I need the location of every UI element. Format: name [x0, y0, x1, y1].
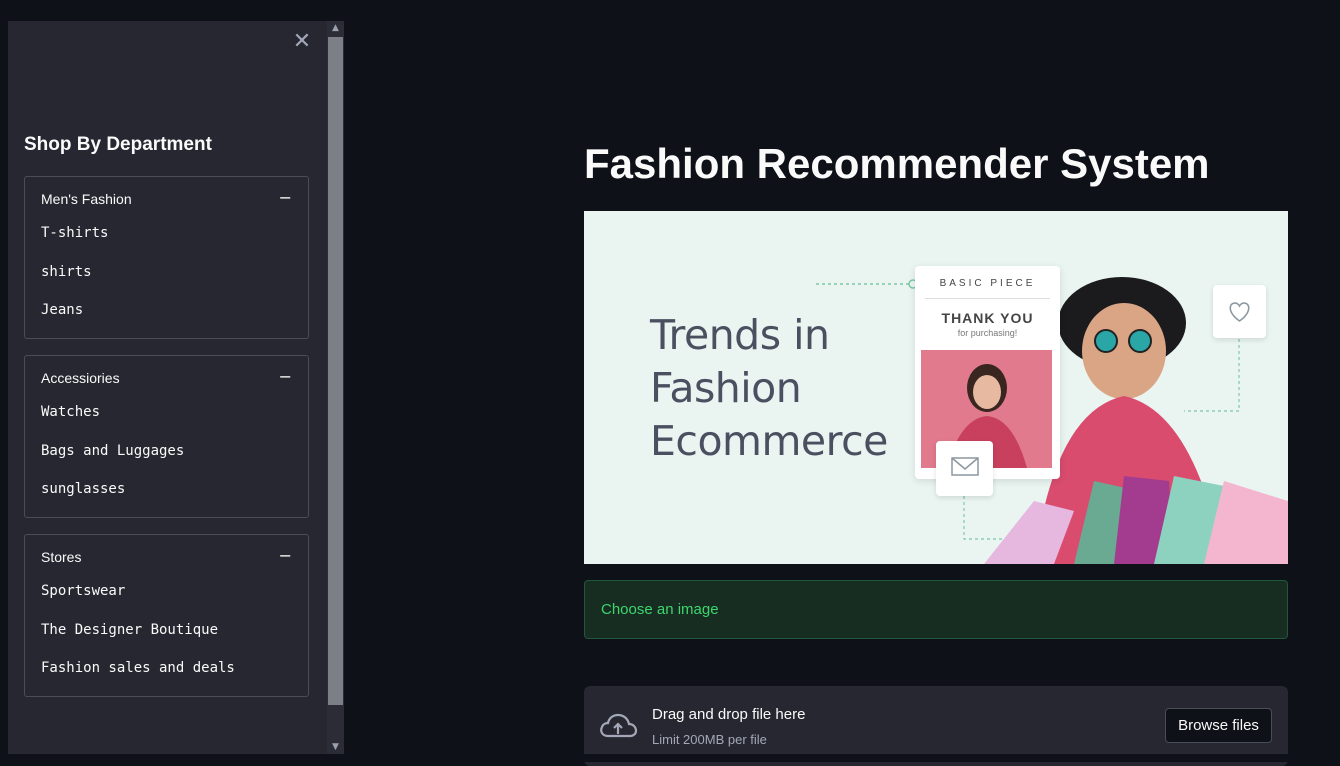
expander-accessories: Accessiories − Watches Bags and Luggages…: [24, 355, 309, 518]
upload-label: Choose an image: [601, 601, 719, 618]
browse-files-button[interactable]: Browse files: [1165, 708, 1272, 743]
dropzone-limit: Limit 200MB per file: [652, 732, 767, 747]
card-sub: for purchasing!: [957, 328, 1018, 338]
banner-image: Trends in Fashion Ecommerce BASIC PIECE …: [584, 211, 1288, 564]
scroll-up-icon[interactable]: ▲: [327, 21, 344, 35]
page-title: Fashion Recommender System: [584, 140, 1210, 187]
divider: [925, 298, 1050, 299]
menu-item-sportswear[interactable]: Sportswear: [41, 583, 125, 599]
collapse-icon[interactable]: −: [279, 367, 292, 386]
menu-item-sales-deals[interactable]: Fashion sales and deals: [41, 660, 235, 676]
sidebar-title: Shop By Department: [24, 134, 212, 155]
collapse-icon[interactable]: −: [279, 546, 292, 565]
menu-item-designer-boutique[interactable]: The Designer Boutique: [41, 622, 218, 638]
close-icon[interactable]: ✕: [291, 31, 313, 53]
expander-header[interactable]: Stores: [41, 549, 81, 565]
collapse-icon[interactable]: −: [279, 188, 292, 207]
expander-header[interactable]: Accessiories: [41, 370, 120, 386]
scroll-down-icon[interactable]: ▼: [327, 740, 344, 754]
menu-item-jeans[interactable]: Jeans: [41, 302, 83, 318]
card-thanks: THANK YOU: [941, 310, 1034, 326]
expander-mens-fashion: Men's Fashion − T-shirts shirts Jeans: [24, 176, 309, 339]
heart-icon: [1213, 285, 1266, 338]
envelope-icon: [936, 441, 993, 496]
card-brand: BASIC PIECE: [939, 278, 1036, 289]
upload-alert: Choose an image: [584, 580, 1288, 639]
menu-item-shirts[interactable]: shirts: [41, 264, 92, 280]
top-bar: [0, 0, 1340, 21]
scroll-thumb[interactable]: [328, 37, 343, 705]
dropzone-title: Drag and drop file here: [652, 706, 806, 723]
expander-stores: Stores − Sportswear The Designer Boutiqu…: [24, 534, 309, 697]
sidebar-scrollbar[interactable]: ▲ ▼: [327, 21, 344, 754]
sidebar: ✕ Shop By Department Men's Fashion − T-s…: [8, 21, 327, 754]
cloud-upload-icon: [600, 713, 638, 738]
menu-item-watches[interactable]: Watches: [41, 404, 100, 420]
menu-item-sunglasses[interactable]: sunglasses: [41, 481, 125, 497]
menu-item-bags[interactable]: Bags and Luggages: [41, 443, 184, 459]
menu-item-tshirts[interactable]: T-shirts: [41, 225, 108, 241]
expander-header[interactable]: Men's Fashion: [41, 191, 132, 207]
bottom-bar: [0, 754, 1340, 762]
